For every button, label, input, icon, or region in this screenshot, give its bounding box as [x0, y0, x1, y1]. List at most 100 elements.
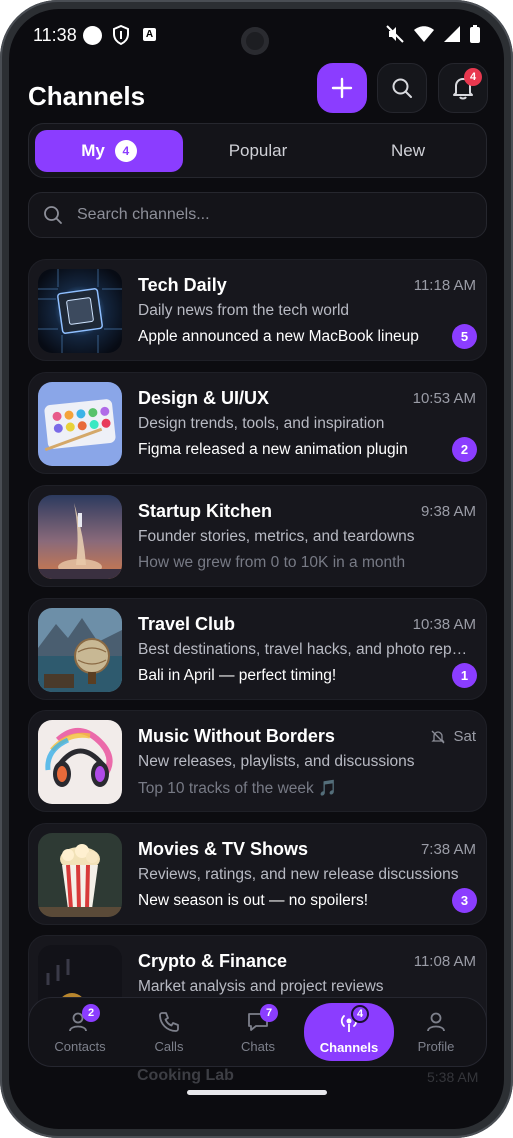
status-bar: 11:38 A: [9, 9, 504, 61]
channel-time: 10:53 AM: [413, 390, 476, 407]
tab-popular-label: Popular: [228, 141, 288, 160]
unread-badge: 5: [452, 324, 477, 349]
profile-icon: [427, 1012, 445, 1032]
channel-item-design[interactable]: Design & UI/UX 10:53 AM Design trends, t…: [28, 372, 487, 474]
channel-name: Design & UI/UX: [138, 388, 270, 408]
nav-badge: 2: [82, 1004, 100, 1022]
channel-last-message: How we grew from 0 to 10K in a month: [138, 554, 406, 571]
app-screen: 11:38 A Channels 4 My 4 Popular New Sear…: [9, 9, 504, 1129]
front-camera: [241, 27, 269, 55]
channel-item-startup-kitchen[interactable]: Startup Kitchen 9:38 AM Founder stories,…: [28, 485, 487, 587]
bottom-navigation: 2 Contacts Calls 7 Chats 4 Channels Prof…: [28, 997, 487, 1067]
status-right: [386, 25, 480, 43]
search-icon: [392, 78, 412, 98]
channel-time-text: 11:18 AM: [413, 277, 476, 294]
channel-item-tech-daily[interactable]: Tech Daily 11:18 AM Daily news from the …: [28, 259, 487, 361]
search-input[interactable]: [77, 193, 472, 237]
channel-item-music[interactable]: Music Without Borders Sat New releases, …: [28, 710, 487, 812]
nav-profile[interactable]: Profile: [395, 1004, 477, 1060]
channel-time: 11:18 AM: [414, 277, 476, 294]
nav-calls[interactable]: Calls: [128, 1004, 210, 1060]
nav-chats[interactable]: 7 Chats: [217, 1004, 299, 1060]
channel-last-message: Figma released a new animation plugin: [138, 441, 408, 458]
tab-popular[interactable]: Popular: [189, 130, 327, 172]
create-channel-button[interactable]: [317, 63, 367, 113]
channel-time-text: Sat: [453, 728, 476, 745]
channel-description: Design trends, tools, and inspiration: [138, 415, 385, 432]
channel-avatar: [38, 495, 122, 579]
channel-avatar: [38, 608, 122, 692]
channel-last-message: Top 10 tracks of the week 🎵: [138, 780, 338, 797]
channel-name: Startup Kitchen: [138, 501, 273, 521]
channel-last-message: New season is out — no spoilers!: [138, 892, 369, 909]
channel-name: Music Without Borders: [138, 726, 335, 746]
phone-frame: 11:38 A Channels 4 My 4 Popular New Sear…: [0, 0, 513, 1138]
muted-icon: [431, 730, 446, 743]
channel-name-peek: Cooking Lab: [137, 1067, 234, 1084]
a-icon: A: [143, 28, 156, 41]
channel-time-text: 7:38 AM: [420, 841, 476, 858]
channel-description: New releases, playlists, and discussions: [138, 753, 415, 770]
notifications-button[interactable]: 4: [438, 63, 488, 113]
mute-icon: [386, 25, 404, 43]
channel-avatar: [38, 269, 122, 353]
wifi-icon: [414, 26, 434, 42]
channel-time: 7:38 AM: [421, 841, 476, 858]
channel-description: Reviews, ratings, and new release discus…: [138, 866, 459, 883]
channel-item-travel-club[interactable]: Travel Club 10:38 AM Best destinations, …: [28, 598, 487, 700]
channel-time: 11:08 AM: [414, 953, 476, 970]
plus-icon: [331, 77, 353, 99]
channel-avatar: [38, 382, 122, 466]
channel-description: Founder stories, metrics, and teardowns: [138, 528, 415, 545]
channel-description: Best destinations, travel hacks, and pho…: [138, 641, 473, 658]
channel-time: 9:38 AM: [421, 503, 476, 520]
search-button[interactable]: [377, 63, 427, 113]
channel-time-text: 9:38 AM: [420, 503, 476, 520]
channel-time-peek: 5:38 AM: [427, 1069, 479, 1085]
channel-name: Movies & TV Shows: [138, 839, 309, 859]
unread-badge: 2: [452, 437, 477, 462]
signal-icon: [444, 26, 460, 42]
search-icon: [44, 206, 62, 224]
nav-label: Chats: [241, 1039, 275, 1054]
status-time: 11:38: [33, 25, 77, 45]
home-indicator[interactable]: [187, 1090, 327, 1095]
channel-time: 10:38 AM: [413, 616, 476, 633]
channel-tabs: My 4 Popular New: [28, 123, 487, 178]
channel-name: Crypto & Finance: [138, 951, 288, 971]
page-title: Channels: [28, 81, 146, 111]
phone-icon: [159, 1012, 179, 1032]
tab-my[interactable]: My 4: [35, 130, 183, 172]
nav-badge: 7: [260, 1004, 278, 1022]
nav-label: Calls: [154, 1039, 184, 1054]
tab-my-count: 4: [114, 140, 137, 162]
channel-description: Market analysis and project reviews: [138, 978, 384, 995]
nav-label: Profile: [417, 1039, 455, 1054]
tab-new[interactable]: New: [334, 130, 482, 172]
notification-dot-icon: [83, 26, 102, 45]
tab-my-label: My: [81, 141, 105, 160]
channel-item-movies[interactable]: Movies & TV Shows 7:38 AM Reviews, ratin…: [28, 823, 487, 925]
nav-contacts[interactable]: 2 Contacts: [39, 1004, 121, 1060]
nav-label: Contacts: [54, 1039, 106, 1054]
channel-name: Travel Club: [138, 614, 236, 634]
channel-time-text: 10:38 AM: [412, 616, 476, 633]
shield-icon: [113, 25, 129, 45]
unread-badge: 3: [452, 888, 477, 913]
unread-badge: 1: [452, 663, 477, 688]
nav-badge: 4: [351, 1005, 369, 1023]
channel-description: Daily news from the tech world: [138, 302, 350, 319]
channel-time-text: 10:53 AM: [412, 390, 476, 407]
nav-channels[interactable]: 4 Channels: [304, 1003, 394, 1061]
channel-name: Tech Daily: [138, 275, 227, 295]
nav-label: Channels: [319, 1040, 379, 1055]
channel-avatar: [38, 720, 122, 804]
channel-time: Sat: [431, 728, 476, 745]
channel-last-message: Bali in April — perfect timing!: [138, 667, 337, 684]
channel-last-message: Apple announced a new MacBook lineup: [138, 328, 419, 345]
channel-time-text: 11:08 AM: [413, 953, 476, 970]
channel-avatar: [38, 833, 122, 917]
battery-icon: [470, 25, 480, 43]
tab-new-label: New: [390, 141, 425, 160]
notification-badge: 4: [464, 68, 482, 86]
